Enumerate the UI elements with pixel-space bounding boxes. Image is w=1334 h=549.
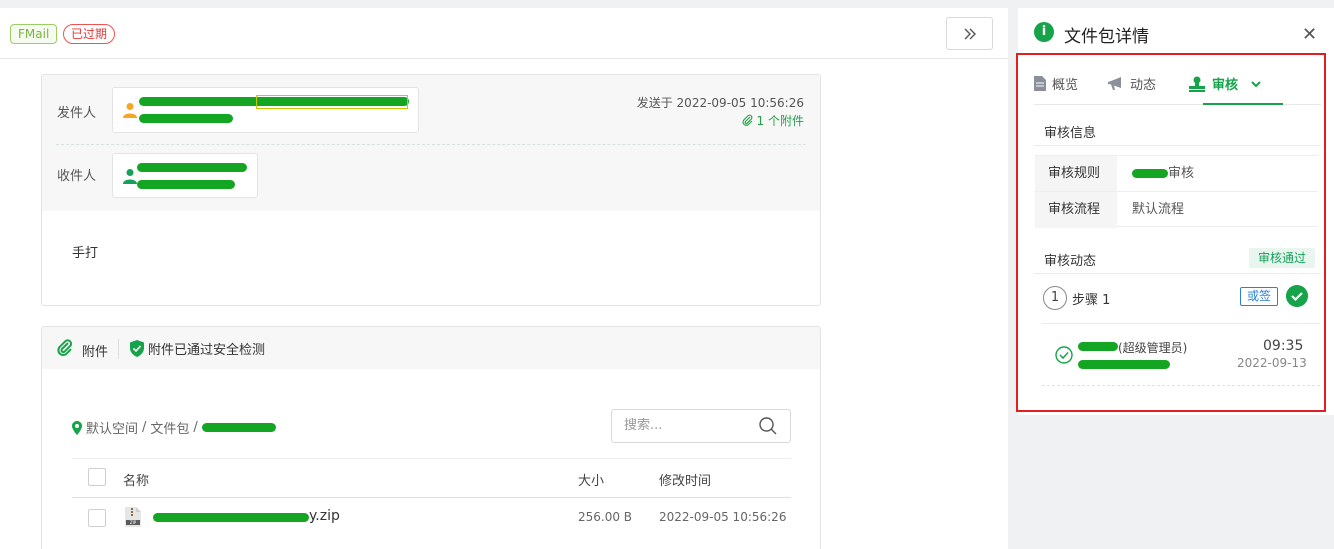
attachment-count-text: 1 个附件	[756, 114, 804, 128]
sender-chip[interactable]	[112, 87, 419, 133]
location-pin-icon	[72, 420, 82, 435]
close-icon[interactable]: ✕	[1302, 24, 1317, 45]
mail-header: 发件人 发送于 2022-09-05 10:56:26 1 个附件 收件人	[42, 75, 820, 211]
breadcrumb-root[interactable]: 默认空间	[86, 418, 138, 437]
side-panel-title: 文件包详情	[1064, 27, 1149, 47]
zip-file-icon: ZIP	[125, 507, 141, 527]
redacted-sender-email	[139, 114, 233, 123]
mail-body-text: 手打	[72, 246, 99, 261]
attachments-title: 附件	[82, 345, 109, 360]
file-name-suffix[interactable]: y.zip	[309, 508, 340, 524]
top-bar: FMail 已过期	[0, 8, 1008, 59]
recipient-label: 收件人	[57, 169, 97, 184]
security-check-text: 附件已通过安全检测	[148, 343, 266, 358]
mail-card: 发件人 发送于 2022-09-05 10:56:26 1 个附件 收件人 手打	[41, 74, 821, 306]
paperclip-icon	[742, 114, 753, 126]
breadcrumb: 默认空间 / 文件包 /	[72, 418, 276, 437]
attachment-count-link[interactable]: 1 个附件	[742, 112, 804, 129]
divider	[56, 144, 806, 145]
info-icon: i	[1034, 22, 1054, 42]
user-icon	[123, 103, 137, 118]
expired-tag: 已过期	[63, 24, 116, 44]
paperclip-icon	[57, 339, 73, 356]
search-input[interactable]	[624, 418, 754, 433]
shield-check-icon	[130, 340, 144, 357]
expand-panel-button[interactable]	[946, 17, 993, 50]
main-panel: FMail 已过期 发件人 发送于 2022-09-05 10:56:26 1 …	[0, 8, 1008, 549]
recipient-chip[interactable]	[112, 153, 258, 198]
highlight-frame	[1016, 53, 1326, 412]
search-icon[interactable]	[759, 417, 777, 435]
row-checkbox[interactable]	[88, 509, 106, 527]
attachment-header: 附件 附件已通过安全检测	[42, 327, 820, 369]
search-box[interactable]	[611, 409, 791, 443]
file-modified-time: 2022-09-05 10:56:26	[659, 510, 787, 524]
breadcrumb-separator: /	[193, 420, 198, 435]
table-header: 名称 大小 修改时间	[72, 458, 791, 498]
separator	[118, 339, 119, 359]
sent-time: 发送于 2022-09-05 10:56:26	[636, 96, 804, 110]
highlight-box	[256, 95, 408, 109]
sender-label: 发件人	[57, 106, 97, 121]
redacted-breadcrumb-item[interactable]	[201, 423, 276, 432]
table-row[interactable]: ZIP y.zip 256.00 B 2022-09-05 10:56:26	[72, 498, 791, 538]
user-icon	[123, 169, 137, 184]
column-modified[interactable]: 修改时间	[659, 470, 711, 489]
svg-text:ZIP: ZIP	[130, 520, 137, 525]
redacted-file-name	[153, 513, 309, 522]
select-all-checkbox[interactable]	[88, 468, 106, 486]
double-chevron-right-icon	[964, 28, 976, 39]
breadcrumb-separator: /	[142, 420, 147, 435]
attachment-card: 附件 附件已通过安全检测 默认空间 / 文件包 / 名称 大小 修改时间 ZIP	[41, 326, 821, 549]
fmail-tag: FMail	[10, 24, 58, 44]
redacted-recipient-email	[137, 180, 235, 189]
redacted-recipient-name	[137, 163, 247, 172]
breadcrumb-folder[interactable]: 文件包	[150, 418, 189, 437]
column-name[interactable]: 名称	[123, 470, 149, 489]
file-size: 256.00 B	[578, 510, 633, 524]
column-size[interactable]: 大小	[578, 470, 604, 489]
